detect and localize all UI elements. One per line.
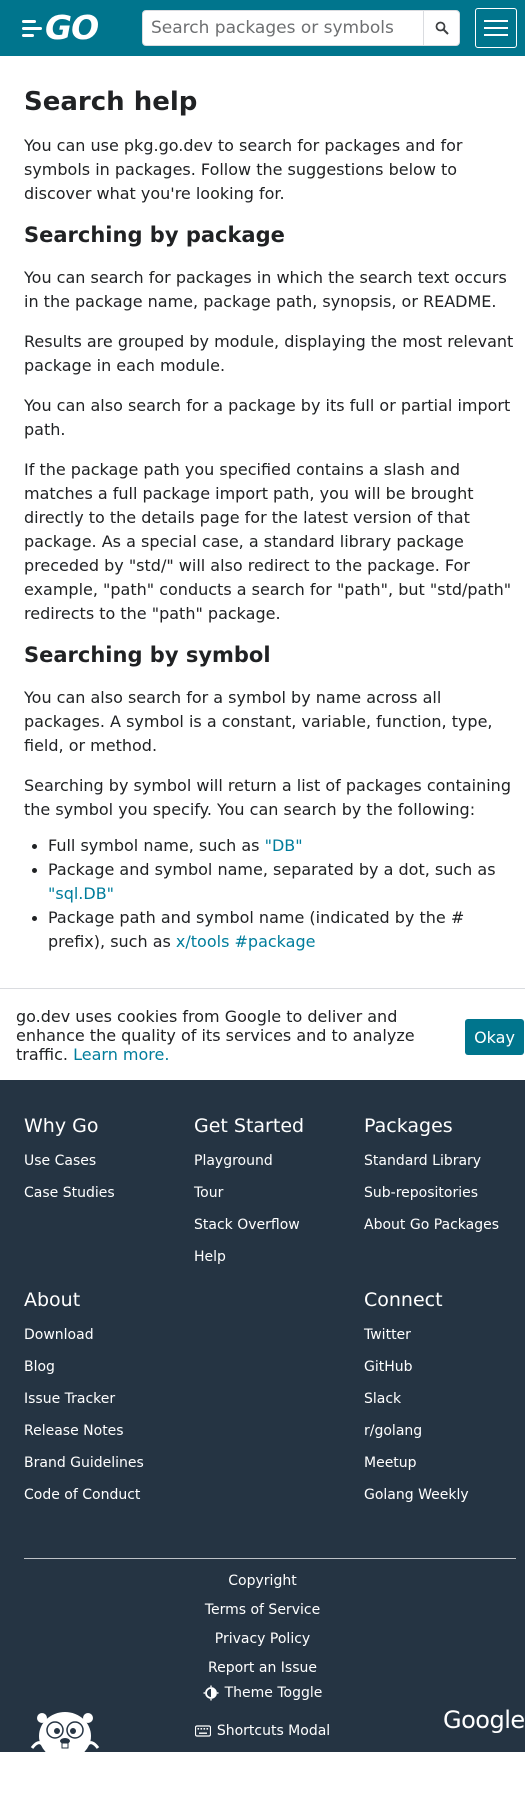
footer-heading-packages: Packages: [364, 1115, 453, 1137]
package-paragraph-2: Results are grouped by module, displayin…: [24, 332, 514, 375]
footer-heading-connect: Connect: [364, 1289, 443, 1311]
site-footer: Why Go Use Cases Case Studies Get Starte…: [0, 1080, 525, 1752]
list-item: Package path and symbol name (indicated …: [24, 906, 514, 954]
footer-heading-about: About: [24, 1289, 81, 1311]
speed-lines-icon: [22, 19, 42, 37]
footer-col-connect: Connect Twitter GitHub Slack r/golang Me…: [364, 1288, 469, 1518]
go-logo[interactable]: GO: [22, 10, 108, 46]
package-paragraph-1: You can search for packages in which the…: [24, 268, 507, 311]
footer-link-case-studies[interactable]: Case Studies: [24, 1184, 115, 1202]
footer-link-playground[interactable]: Playground: [194, 1152, 304, 1170]
footer-link-golang-weekly[interactable]: Golang Weekly: [364, 1486, 469, 1504]
symbol-search-list: Full symbol name, such as "DB" Package a…: [24, 834, 514, 954]
footer-link-terms-of-service[interactable]: Terms of Service: [0, 1601, 525, 1619]
menu-icon: [484, 20, 508, 22]
cookie-message: go.dev uses cookies from Google to deliv…: [16, 1007, 415, 1064]
package-section-heading: Searching by package: [24, 223, 285, 247]
footer-link-twitter[interactable]: Twitter: [364, 1326, 469, 1344]
footer-link-sub-repositories[interactable]: Sub-repositories: [364, 1184, 499, 1202]
footer-link-report-an-issue[interactable]: Report an Issue: [0, 1659, 525, 1677]
footer-col-get-started: Get Started Playground Tour Stack Overfl…: [194, 1114, 304, 1280]
footer-col-about: About Download Blog Issue Tracker Releas…: [24, 1288, 144, 1518]
theme-toggle-icon: [203, 1685, 219, 1701]
google-logo[interactable]: Google: [443, 1706, 525, 1734]
keyboard-icon: [194, 1725, 211, 1737]
footer-heading-get-started: Get Started: [194, 1115, 305, 1137]
footer-link-copyright[interactable]: Copyright: [0, 1572, 525, 1590]
intro-text: You can use pkg.go.dev to search for pac…: [24, 136, 463, 203]
footer-link-r-golang[interactable]: r/golang: [364, 1422, 469, 1440]
search-button[interactable]: [423, 11, 459, 45]
footer-col-packages: Packages Standard Library Sub-repositori…: [364, 1114, 499, 1248]
package-paragraph-3: You can also search for a package by its…: [24, 396, 511, 439]
shortcuts-modal-label: Shortcuts Modal: [216, 1723, 331, 1739]
footer-link-slack[interactable]: Slack: [364, 1390, 469, 1408]
page-bottom-whitespace: [0, 1752, 525, 1802]
package-paragraph-4: If the package path you specified contai…: [24, 460, 512, 623]
example-link-db[interactable]: "DB": [265, 836, 303, 855]
okay-button[interactable]: Okay: [465, 1019, 524, 1055]
footer-link-help[interactable]: Help: [194, 1248, 304, 1266]
list-item: Package and symbol name, separated by a …: [24, 858, 514, 906]
footer-link-code-of-conduct[interactable]: Code of Conduct: [24, 1486, 144, 1504]
footer-legal-links: Copyright Terms of Service Privacy Polic…: [0, 1572, 525, 1688]
example-link-sql-db[interactable]: "sql.DB": [48, 884, 114, 903]
search-input[interactable]: [143, 11, 423, 45]
footer-heading-why-go: Why Go: [24, 1115, 99, 1137]
footer-link-meetup[interactable]: Meetup: [364, 1454, 469, 1472]
page-title: Search help: [24, 87, 198, 117]
footer-link-release-notes[interactable]: Release Notes: [24, 1422, 144, 1440]
footer-link-use-cases[interactable]: Use Cases: [24, 1152, 115, 1170]
footer-link-standard-library[interactable]: Standard Library: [364, 1152, 499, 1170]
search-box: [142, 10, 460, 46]
cookie-banner: go.dev uses cookies from Google to deliv…: [0, 988, 525, 1080]
example-link-xtools-package[interactable]: x/tools #package: [176, 932, 316, 951]
search-icon: [435, 21, 449, 35]
go-logo-text: GO: [45, 8, 99, 47]
footer-link-about-go-packages[interactable]: About Go Packages: [364, 1216, 499, 1234]
footer-divider: [24, 1558, 516, 1559]
footer-link-download[interactable]: Download: [24, 1326, 144, 1344]
site-header: GO: [0, 0, 525, 56]
list-item: Full symbol name, such as "DB": [24, 834, 514, 858]
symbol-section-heading: Searching by symbol: [24, 643, 271, 667]
footer-link-privacy-policy[interactable]: Privacy Policy: [0, 1630, 525, 1648]
footer-link-brand-guidelines[interactable]: Brand Guidelines: [24, 1454, 144, 1472]
footer-link-tour[interactable]: Tour: [194, 1184, 304, 1202]
symbol-paragraph-1: You can also search for a symbol by name…: [24, 688, 493, 755]
footer-link-github[interactable]: GitHub: [364, 1358, 469, 1376]
footer-link-issue-tracker[interactable]: Issue Tracker: [24, 1390, 144, 1408]
footer-link-stack-overflow[interactable]: Stack Overflow: [194, 1216, 304, 1234]
menu-button[interactable]: [475, 8, 517, 48]
learn-more-link[interactable]: Learn more.: [73, 1045, 169, 1064]
footer-link-blog[interactable]: Blog: [24, 1358, 144, 1376]
symbol-paragraph-2: Searching by symbol will return a list o…: [24, 776, 511, 819]
gopher-logo: [30, 1712, 100, 1752]
theme-toggle-label: Theme Toggle: [224, 1685, 323, 1701]
footer-col-why-go: Why Go Use Cases Case Studies: [24, 1114, 115, 1216]
